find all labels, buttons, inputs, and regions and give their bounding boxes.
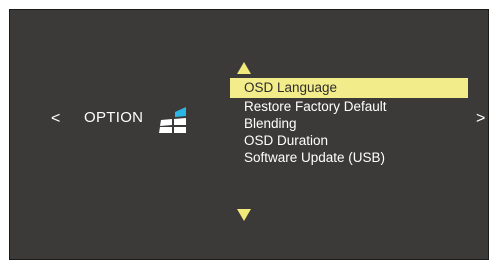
menu-item-label: Software Update (USB) bbox=[244, 150, 386, 165]
category-title: OPTION bbox=[84, 109, 144, 126]
menu-item-software-update-usb[interactable]: Software Update (USB) bbox=[230, 149, 468, 166]
menu-item-restore-factory-default[interactable]: Restore Factory Default bbox=[230, 98, 468, 115]
previous-category-button[interactable]: < bbox=[51, 110, 60, 128]
scroll-up-arrow-icon[interactable] bbox=[236, 61, 252, 75]
menu-item-osd-duration[interactable]: OSD Duration bbox=[230, 132, 468, 149]
option-windows-icon bbox=[159, 107, 186, 133]
option-menu-list: OSD Language Restore Factory Default Ble… bbox=[230, 78, 468, 166]
osd-menu-screen: < OPTION OSD Language Restore Factory De… bbox=[9, 9, 489, 260]
menu-item-label: Restore Factory Default bbox=[244, 99, 387, 114]
menu-item-label: Blending bbox=[244, 116, 297, 131]
menu-item-label: OSD Language bbox=[244, 80, 338, 95]
menu-item-osd-language[interactable]: OSD Language bbox=[230, 78, 468, 98]
next-category-button[interactable]: > bbox=[476, 110, 485, 128]
menu-item-label: OSD Duration bbox=[244, 133, 329, 148]
menu-item-blending[interactable]: Blending bbox=[230, 115, 468, 132]
scroll-down-arrow-icon[interactable] bbox=[236, 208, 252, 222]
